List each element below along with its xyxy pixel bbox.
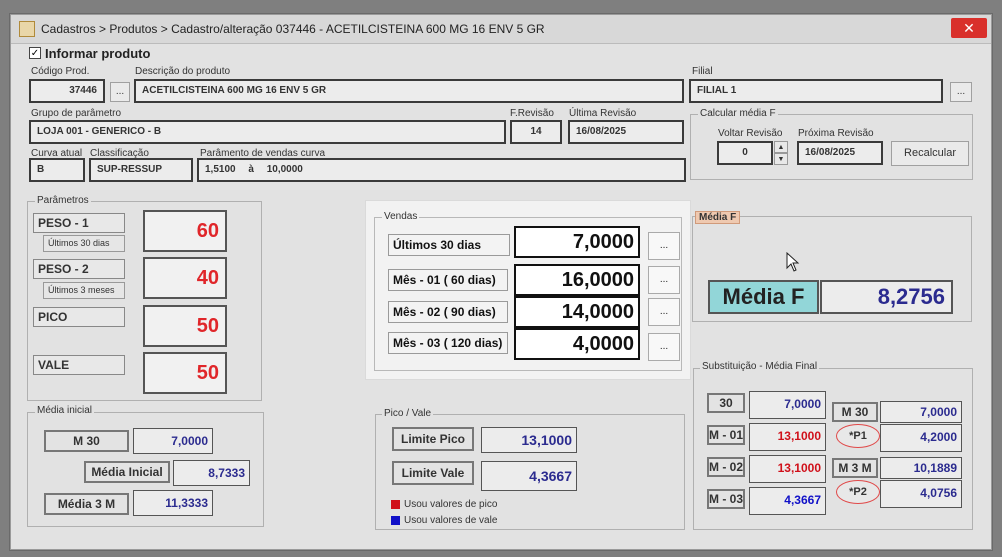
pico-value[interactable]: 50 [143,305,227,347]
parametros-title: Parâmetros [35,195,91,206]
sub-right-value-3: 4,0756 [880,480,962,508]
pico-label: PICO [33,307,125,327]
parametro-from: 1,5100 [205,164,236,175]
sub-left-label-0: 30 [707,393,745,413]
filial-field[interactable]: FILIAL 1 [689,79,943,103]
peso2-label: PESO - 2 [33,259,125,279]
vale-value[interactable]: 50 [143,352,227,394]
ultima-field[interactable]: 16/08/2025 [568,120,684,144]
app-icon [19,21,35,37]
media-f-value: 8,2756 [820,280,953,314]
parametro-sep: à [248,164,254,175]
m3m-label: Média 3 M [44,493,129,515]
peso2-value[interactable]: 40 [143,257,227,299]
media-inicial-title: Média inicial [35,405,95,416]
grupo-field[interactable]: LOJA 001 - GENERICO - B [29,120,506,144]
close-button[interactable]: ✕ [951,18,987,38]
vendas-row-value-1: 16,0000 [514,264,640,296]
sub-right-label-1: *P1 [836,424,880,448]
voltar-field[interactable]: 0 [717,141,773,165]
sub-right-label-3: *P2 [836,480,880,504]
sub-left-value-2: 13,1000 [749,455,826,483]
codigo-lookup-button[interactable]: ... [110,82,130,102]
limite-pico-label: Limite Pico [392,427,474,451]
vendas-row-button-1[interactable]: ... [648,266,680,294]
codigo-field[interactable]: 37446 [29,79,105,103]
limite-vale-label: Limite Vale [392,461,474,485]
vendas-row-value-0: 7,0000 [514,226,640,258]
curva-field[interactable]: B [29,158,85,182]
media-f-label: Média F [708,280,819,314]
recalcular-button[interactable]: Recalcular [891,141,969,166]
title-bar: Cadastros > Produtos > Cadastro/alteraçã… [11,15,991,44]
vendas-row-label-2: Mês - 02 ( 90 dias) [388,301,508,323]
vendas-row-value-3: 4,0000 [514,328,640,360]
sub-right-value-1: 4,2000 [880,424,962,452]
sub-right-value-2: 10,1889 [880,457,962,479]
vendas-row-button-0[interactable]: ... [648,232,680,260]
vendas-row-button-3[interactable]: ... [648,333,680,361]
voltar-label: Voltar Revisão [718,128,783,139]
codigo-label: Código Prod. [31,66,90,77]
sub-right-label-0: M 30 [832,402,878,422]
m30-value: 7,0000 [133,428,213,454]
classificacao-field[interactable]: SUP-RESSUP [89,158,193,182]
vale-label: VALE [33,355,125,375]
m3m-value: 11,3333 [133,490,213,516]
legend-vale-swatch [391,516,400,525]
grupo-label: Grupo de parâmetro [31,108,122,119]
vendas-panel: Vendas Últimos 30 dias 7,0000 ... Mês - … [365,200,691,380]
descricao-field[interactable]: ACETILCISTEINA 600 MG 16 ENV 5 GR [134,79,684,103]
ultima-label: Última Revisão [569,108,637,119]
sub-left-label-1: M - 01 [707,425,745,445]
peso1-value[interactable]: 60 [143,210,227,252]
vendas-row-label-1: Mês - 01 ( 60 dias) [388,269,508,291]
informar-label: Informar produto [45,46,151,61]
spin-up-button[interactable]: ▲ [774,141,788,153]
peso1-sublabel: Últimos 30 dias [43,235,125,252]
peso2-sublabel: Últimos 3 meses [43,282,125,299]
sub-left-value-1: 13,1000 [749,423,826,451]
frevisao-field[interactable]: 14 [510,120,562,144]
m30-label: M 30 [44,430,129,452]
parametro-field[interactable]: 1,5100 à 10,0000 [197,158,686,182]
spin-down-button[interactable]: ▼ [774,153,788,165]
vendas-row-label-3: Mês - 03 ( 120 dias) [388,332,508,354]
informar-checkbox[interactable]: ✓ [29,47,41,59]
sub-right-value-0: 7,0000 [880,401,962,423]
sub-left-label-3: M - 03 [707,489,745,509]
limite-pico-value: 13,1000 [481,427,577,453]
vendas-row-value-2: 14,0000 [514,296,640,328]
substituicao-title: Substituição - Média Final [700,361,820,372]
mouse-cursor-icon [786,252,800,272]
sub-left-value-0: 7,0000 [749,391,826,419]
media-inicial-value: 8,7333 [173,460,250,486]
peso1-label: PESO - 1 [33,213,125,233]
calcular-title: Calcular média F [698,108,778,119]
vendas-title: Vendas [382,211,420,222]
window-title: Cadastros > Produtos > Cadastro/alteraçã… [41,22,545,36]
proxima-label: Próxima Revisão [798,128,874,139]
filial-label: Filial [692,66,713,77]
legend-pico-label: Usou valores de pico [404,499,498,510]
sub-right-label-2: M 3 M [832,458,878,478]
legend-pico-swatch [391,500,400,509]
parametro-to: 10,0000 [266,164,303,175]
media-inicial-label: Média Inicial [84,461,170,483]
vendas-row-button-2[interactable]: ... [648,298,680,326]
vendas-row-label-0: Últimos 30 dias [388,234,510,256]
limite-vale-value: 4,3667 [481,461,577,491]
pico-vale-title: Pico / Vale [382,408,434,419]
legend-vale-label: Usou valores de vale [404,515,498,526]
media-f-title: Média F [695,211,741,224]
descricao-label: Descrição do produto [135,66,231,77]
sub-left-label-2: M - 02 [707,457,745,477]
filial-lookup-button[interactable]: ... [950,82,972,102]
proxima-field[interactable]: 16/08/2025 [797,141,883,165]
frevisao-label: F.Revisão [510,108,554,119]
sub-left-value-3: 4,3667 [749,487,826,515]
